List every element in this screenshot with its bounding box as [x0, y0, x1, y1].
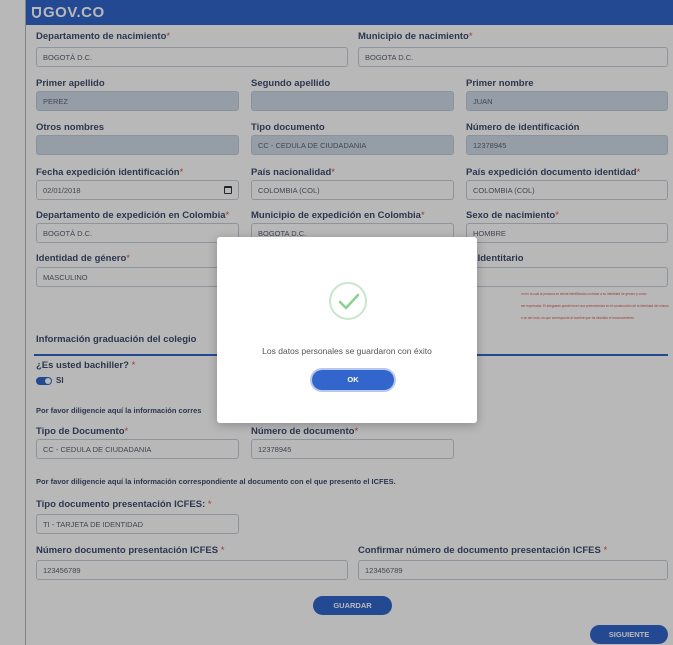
- success-check-icon: [329, 282, 367, 320]
- success-dialog: Los datos personales se guardaron con éx…: [217, 237, 477, 423]
- ok-button[interactable]: OK: [312, 370, 394, 390]
- success-message: Los datos personales se guardaron con éx…: [262, 346, 432, 356]
